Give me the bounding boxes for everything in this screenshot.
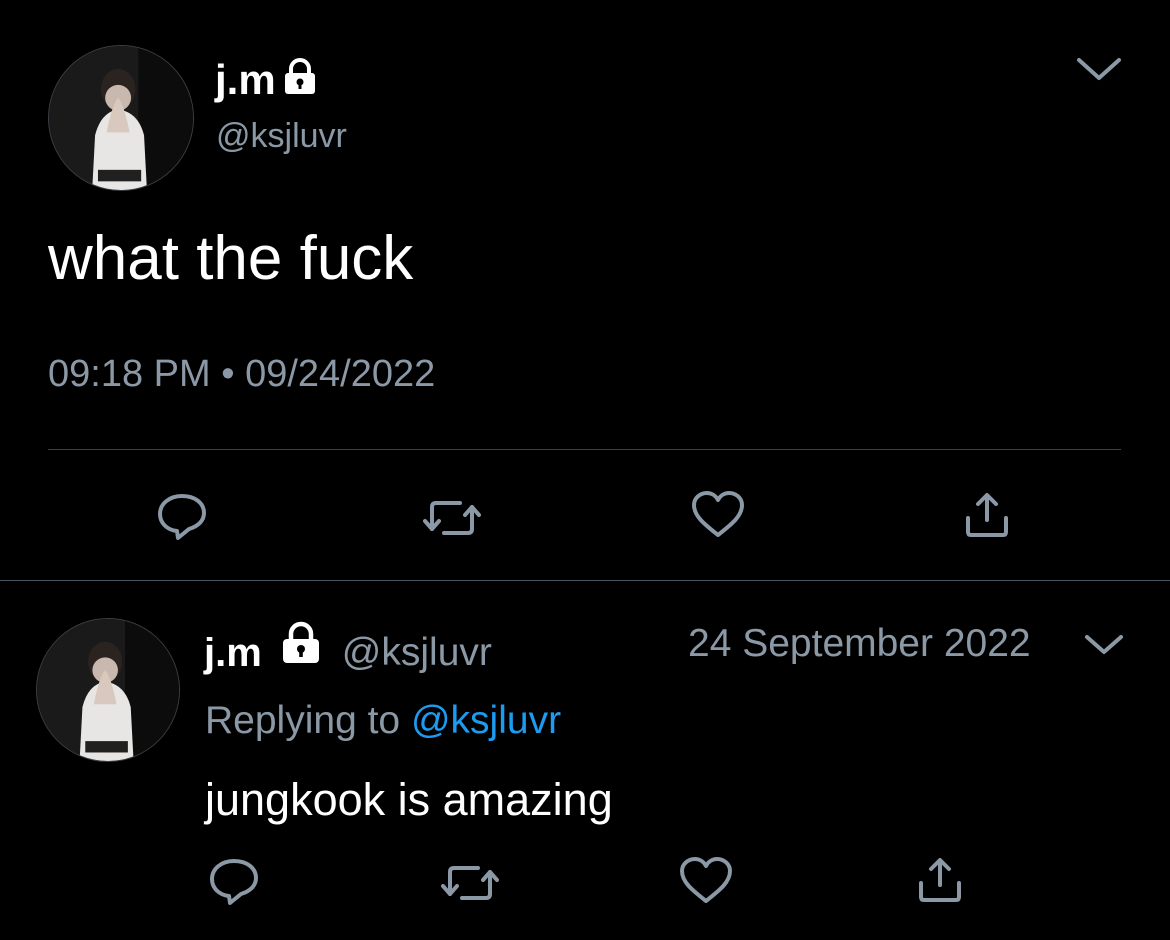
like-icon[interactable] (678, 856, 734, 906)
tweet-time: 09:18 PM (48, 353, 211, 395)
reply-header: j.m @ksjluvr (204, 619, 492, 686)
profile-photo-icon (49, 46, 193, 190)
reply-display-name[interactable]: j.m (204, 628, 262, 678)
profile-photo-icon (37, 619, 179, 761)
lock-icon (280, 621, 322, 686)
tweet-date: 09/24/2022 (245, 353, 436, 395)
reply-text: jungkook is amazing (205, 774, 613, 825)
reply-avatar[interactable] (36, 618, 180, 762)
replying-prefix: Replying to (205, 699, 401, 742)
share-icon[interactable] (962, 490, 1012, 540)
avatar[interactable] (48, 45, 194, 191)
retweet-icon[interactable] (422, 495, 482, 541)
reply-handle[interactable]: @ksjluvr (342, 628, 492, 678)
retweet-icon[interactable] (440, 860, 500, 906)
display-name[interactable]: j.m (215, 52, 318, 108)
meta-separator: • (221, 353, 235, 395)
share-icon[interactable] (915, 855, 965, 905)
reply-icon[interactable] (208, 857, 260, 907)
tweet-text: what the fuck (48, 224, 414, 293)
lock-icon (282, 56, 318, 108)
chevron-down-icon[interactable] (1082, 628, 1126, 660)
tweet-separator (0, 580, 1170, 581)
tweet-timestamp[interactable]: 09:18 PM • 09/24/2022 (48, 350, 435, 398)
chevron-down-icon[interactable] (1073, 50, 1125, 86)
reply-date[interactable]: 24 September 2022 (688, 619, 1031, 669)
display-name-text: j.m (215, 56, 276, 103)
replying-mention-link[interactable]: @ksjluvr (411, 699, 561, 742)
handle[interactable]: @ksjluvr (216, 114, 347, 158)
divider (48, 449, 1121, 450)
replying-to: Replying to @ksjluvr (205, 696, 561, 746)
like-icon[interactable] (690, 490, 746, 540)
reply-icon[interactable] (156, 492, 208, 542)
